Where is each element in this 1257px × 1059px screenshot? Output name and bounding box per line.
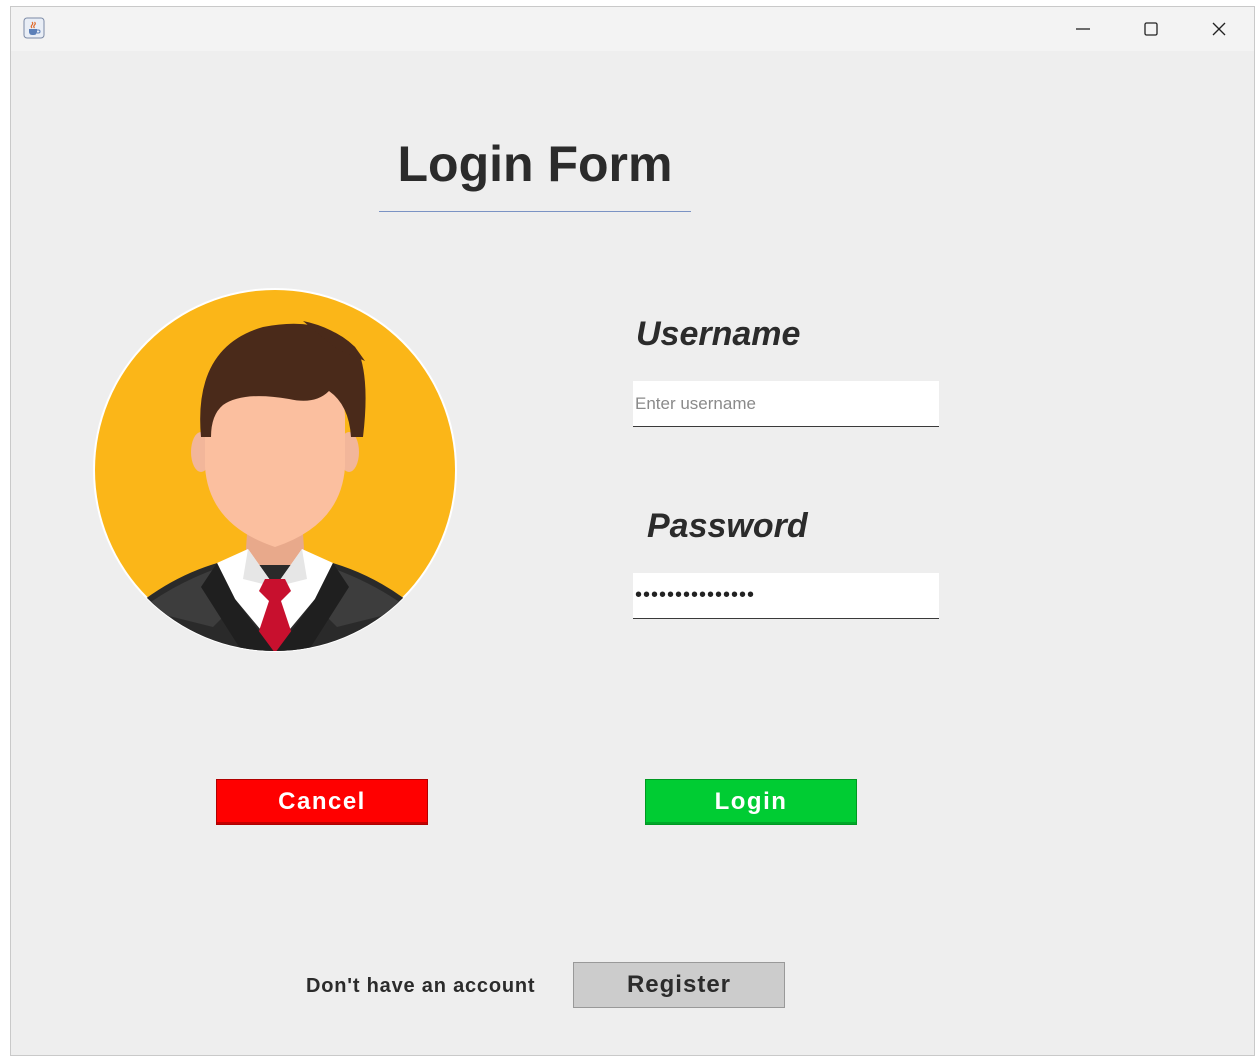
java-coffee-cup-icon: [23, 17, 45, 39]
username-label: Username: [636, 315, 801, 353]
password-label: Password: [647, 507, 808, 545]
close-button[interactable]: [1185, 7, 1253, 51]
no-account-prompt: Don't have an account: [306, 975, 536, 997]
title-bar[interactable]: [11, 7, 1254, 51]
cancel-button[interactable]: Cancel: [216, 779, 428, 825]
username-input[interactable]: [633, 381, 939, 427]
user-avatar-icon: [93, 288, 457, 652]
minimize-icon: [1076, 28, 1090, 30]
register-button[interactable]: Register: [573, 962, 785, 1008]
password-input[interactable]: [633, 573, 939, 619]
maximize-button[interactable]: [1117, 7, 1185, 51]
login-button[interactable]: Login: [645, 779, 857, 825]
minimize-button[interactable]: [1049, 7, 1117, 51]
close-icon: [1212, 22, 1226, 36]
maximize-icon: [1144, 22, 1158, 36]
login-window: Login Form Username Enter username Passw…: [10, 6, 1255, 1056]
page-title: Login Form: [397, 136, 673, 192]
title-underline: [379, 211, 691, 212]
